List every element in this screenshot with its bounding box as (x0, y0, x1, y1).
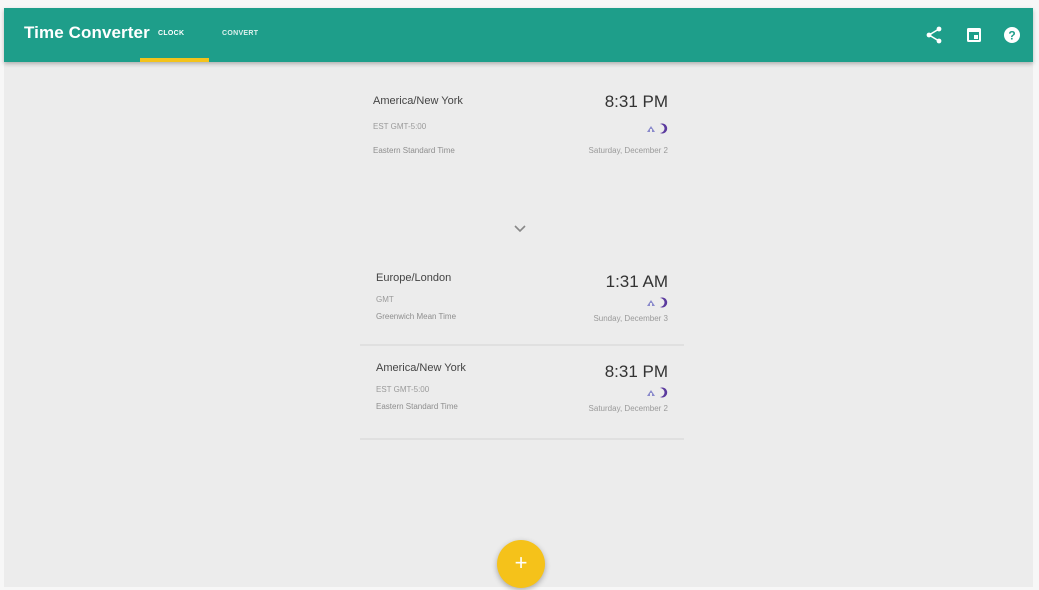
timezone-name: America/New York (376, 362, 466, 374)
help-icon[interactable]: ? (1002, 25, 1022, 45)
timezone-abbreviation: EST GMT-5:00 (376, 385, 430, 394)
tab-indicator (140, 58, 209, 62)
clock-time: 1:31 AM (605, 272, 668, 291)
night-icon (647, 387, 668, 398)
tab-clock[interactable]: CLOCK (158, 30, 184, 37)
timezone-abbreviation: EST GMT-5:00 (373, 122, 427, 131)
calendar-icon[interactable] (964, 25, 984, 45)
window-frame-right (1033, 0, 1039, 590)
tab-convert[interactable]: CONVERT (222, 30, 258, 37)
timezone-name: America/New York (373, 95, 463, 107)
clock-date: Sunday, December 3 (593, 314, 668, 323)
window-frame-top (0, 0, 1039, 8)
timezone-full-name: Eastern Standard Time (376, 402, 458, 411)
converted-time-card[interactable]: Europe/London GMT Greenwich Mean Time 1:… (360, 262, 684, 346)
chevron-down-icon[interactable] (513, 224, 527, 234)
timezone-full-name: Greenwich Mean Time (376, 312, 457, 321)
app-title: Time Converter (24, 23, 150, 42)
clock-date: Saturday, December 2 (588, 404, 668, 413)
share-icon[interactable] (924, 25, 944, 45)
add-timezone-button[interactable]: + (497, 540, 545, 588)
night-icon (647, 123, 668, 134)
timezone-abbreviation: GMT (376, 295, 394, 304)
night-icon (647, 297, 668, 308)
clock-time: 8:31 PM (604, 362, 668, 381)
svg-text:?: ? (1008, 29, 1015, 43)
window-frame-left (0, 0, 4, 590)
timezone-name: Europe/London (376, 272, 452, 284)
timezone-full-name: Eastern Standard Time (373, 146, 455, 155)
clock-time: 8:31 PM (604, 92, 668, 111)
converted-time-card[interactable]: America/New York EST GMT-5:00 Eastern St… (360, 352, 684, 440)
source-time-card[interactable]: America/New York EST GMT-5:00 Eastern St… (360, 88, 684, 180)
clock-date: Saturday, December 2 (588, 146, 668, 155)
app-bar: Time Converter CLOCK CONVERT ? (4, 8, 1033, 62)
